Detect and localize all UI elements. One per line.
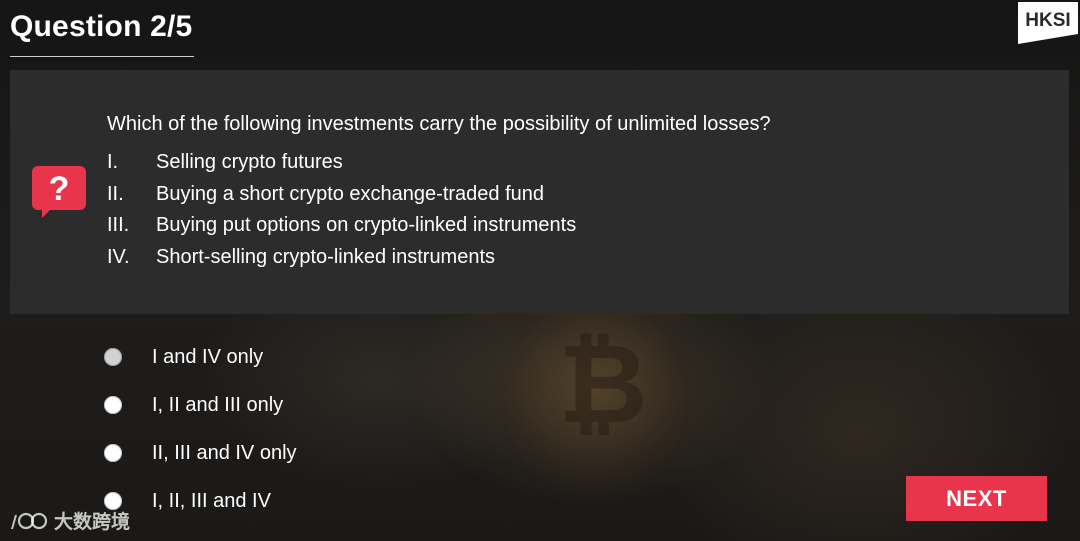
statement-item: III. Buying put options on crypto-linked… [107, 214, 576, 246]
watermark: 大数跨境 [8, 507, 130, 534]
answer-option-label[interactable]: II, III and IV only [152, 436, 297, 470]
next-button[interactable]: NEXT [906, 476, 1047, 521]
radio-button[interactable] [104, 444, 122, 462]
answer-option-label[interactable]: I, II, III and IV [152, 484, 271, 518]
answer-options: I and IV only I, II and III only II, III… [104, 341, 297, 533]
hksi-logo-text: HKSI [1025, 10, 1070, 31]
statement-item: I. Selling crypto futures [107, 151, 576, 183]
question-mark-icon: ? [32, 166, 86, 218]
answer-option-b[interactable]: I, II and III only [104, 389, 297, 437]
answer-option-a[interactable]: I and IV only [104, 341, 297, 389]
page-title: Question 2/5 [10, 10, 193, 43]
answer-option-label[interactable]: I, II and III only [152, 388, 283, 422]
statement-text: Buying a short crypto exchange-traded fu… [156, 182, 545, 205]
radio-button[interactable] [104, 396, 122, 414]
statement-number: III. [107, 214, 130, 236]
svg-text:?: ? [49, 170, 70, 208]
statement-item: IV. Short-selling crypto-linked instrume… [107, 246, 576, 278]
answer-option-c[interactable]: II, III and IV only [104, 437, 297, 485]
watermark-logo-icon [11, 512, 48, 529]
hksi-logo: HKSI [1018, 2, 1078, 44]
statement-number: IV. [107, 245, 130, 268]
answer-option-label[interactable]: I and IV only [152, 340, 263, 374]
statement-text: Short-selling crypto-linked instruments [156, 245, 496, 268]
statement-item: II. Buying a short crypto exchange-trade… [107, 183, 576, 215]
statement-number: I. [107, 151, 119, 173]
title-underline [10, 56, 194, 57]
answer-option-d[interactable]: I, II, III and IV [104, 485, 297, 533]
statement-number: II. [107, 182, 124, 205]
quiz-screen: ₿ Question 2/5 HKSI ? Which of the follo… [0, 0, 1080, 541]
watermark-text: 大数跨境 [54, 511, 131, 533]
background-bitcoin-glyph: ₿ [558, 320, 648, 448]
statement-list: I. Selling crypto futures II. Buying a s… [107, 151, 576, 277]
statement-text: Selling crypto futures [156, 151, 343, 173]
statement-text: Buying put options on crypto-linked inst… [156, 214, 577, 236]
radio-button[interactable] [104, 348, 122, 366]
question-text: Which of the following investments carry… [107, 113, 771, 135]
